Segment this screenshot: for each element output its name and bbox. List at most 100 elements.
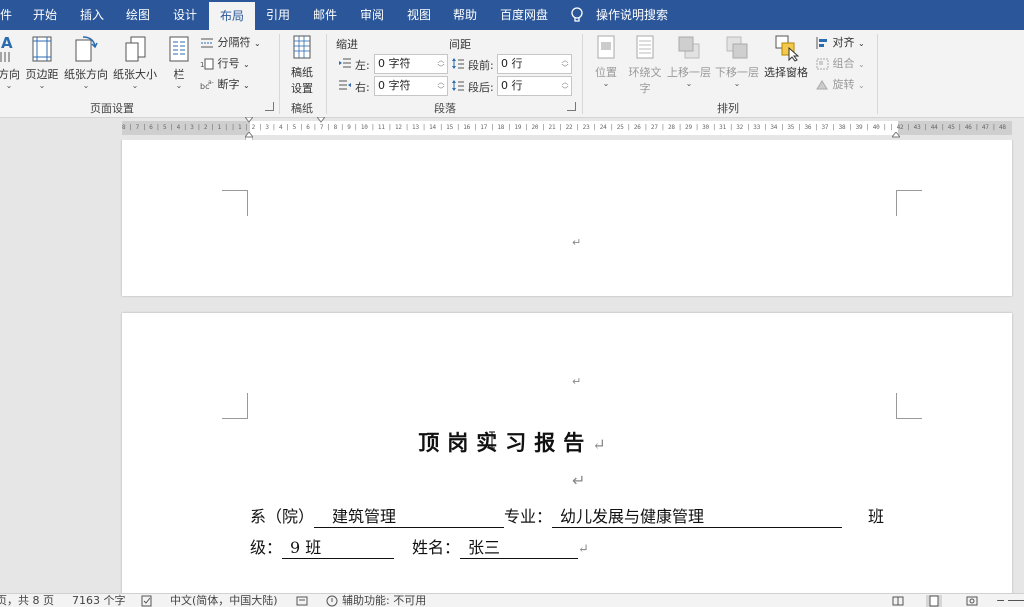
horizontal-ruler-area: 8 | 7 | 6 | 5 | 4 | 3 | 2 | 1 | | 1 | 2 … bbox=[0, 117, 1024, 141]
web-layout-icon[interactable] bbox=[966, 595, 978, 607]
read-mode-icon[interactable] bbox=[892, 595, 904, 607]
print-layout-icon[interactable] bbox=[926, 595, 942, 607]
chevron-down-icon: ⌄ bbox=[858, 39, 865, 48]
hyphenation-button[interactable]: bc a- 断字 ⌄ bbox=[200, 76, 250, 94]
paper-size-icon bbox=[125, 36, 146, 62]
macro-record-icon[interactable] bbox=[296, 595, 308, 607]
group-objects-label: 组合 bbox=[832, 57, 855, 70]
spinner-arrows-icon[interactable]: ︿ ﹀ bbox=[437, 56, 445, 72]
position-label: 位置 bbox=[595, 66, 617, 79]
wrap-text-button[interactable]: 环绕文 字 bbox=[626, 34, 664, 96]
tab-stop-marker[interactable] bbox=[317, 117, 325, 123]
size-button[interactable]: 纸张大小 ⌄ bbox=[111, 34, 159, 90]
breaks-icon bbox=[201, 38, 213, 48]
report-info-line-1[interactable]: 系（院） 建筑管理 专业： 幼儿发展与健康管理 班 bbox=[250, 503, 884, 528]
group-separator bbox=[326, 34, 327, 114]
zoom-out-button[interactable]: − bbox=[996, 594, 1005, 607]
rotate-icon bbox=[816, 80, 828, 90]
position-icon bbox=[597, 35, 615, 59]
margins-button[interactable]: 页边距 ⌄ bbox=[24, 34, 60, 90]
page-setup-dialog-launcher[interactable] bbox=[265, 102, 274, 111]
first-line-indent-marker[interactable] bbox=[245, 117, 253, 123]
report-info-line-2[interactable]: 级： 9 班姓名： 张三 ↵ bbox=[250, 534, 589, 559]
margin-corner-marker bbox=[896, 190, 922, 216]
document-canvas[interactable]: ↵ ↵ 顶岗实习报告↵ ↵ 系（院） 建筑管理 专业： 幼儿发展与健康管理 班 级： 9 … bbox=[0, 140, 1024, 593]
svg-text:a-: a- bbox=[208, 79, 214, 86]
tab-review[interactable]: 审阅 bbox=[360, 0, 384, 30]
hyphenation-icon: bca- bbox=[200, 79, 214, 91]
indent-left-control: 左: 0 字符 ︿ ﹀ bbox=[338, 54, 448, 74]
tab-layout[interactable]: 布局 bbox=[209, 2, 255, 30]
page-count-status[interactable]: 页，共 8 页 bbox=[0, 594, 54, 607]
report-title[interactable]: 顶岗实习报告↵ bbox=[0, 427, 1024, 457]
tab-help[interactable]: 帮助 bbox=[453, 0, 477, 30]
spinner-arrows-icon[interactable]: ︿ ﹀ bbox=[437, 78, 445, 94]
orientation-button[interactable]: 纸张方向 ⌄ bbox=[62, 34, 110, 90]
columns-button[interactable]: 栏 ⌄ bbox=[166, 34, 192, 90]
accessibility-status[interactable]: 辅助功能: 不可用 bbox=[342, 594, 426, 607]
align-icon bbox=[816, 37, 827, 49]
margins-icon bbox=[32, 36, 52, 62]
spinner-arrows-icon[interactable]: ︿ ﹀ bbox=[561, 56, 569, 72]
proofing-icon[interactable] bbox=[141, 595, 153, 607]
indent-right-label: 右: bbox=[355, 81, 370, 94]
hyphenation-label: 断字 bbox=[217, 78, 240, 91]
bring-forward-button[interactable]: 上移一层 ⌄ bbox=[666, 34, 712, 88]
spacing-after-label: 段后: bbox=[468, 81, 494, 94]
class-label-part2: 级： bbox=[250, 538, 283, 557]
tab-file[interactable]: 件 bbox=[0, 0, 12, 30]
selection-pane-button[interactable]: 选择窗格 bbox=[762, 34, 810, 80]
breaks-label: 分隔符 bbox=[217, 36, 251, 49]
send-backward-button[interactable]: 下移一层 ⌄ bbox=[714, 34, 760, 88]
major-value[interactable]: 幼儿发展与健康管理 bbox=[552, 503, 843, 528]
indent-left-icon bbox=[339, 58, 351, 68]
horizontal-ruler[interactable]: 8 | 7 | 6 | 5 | 4 | 3 | 2 | 1 | | 1 | 2 … bbox=[122, 117, 1012, 141]
svg-text:1: 1 bbox=[200, 61, 204, 69]
rotate-button[interactable]: 旋转 ⌄ bbox=[816, 76, 865, 94]
line-numbers-button[interactable]: 1 行号 ⌄ bbox=[200, 55, 250, 73]
manuscript-label-line2: 设置 bbox=[291, 82, 313, 95]
tab-view[interactable]: 视图 bbox=[407, 0, 431, 30]
orientation-label: 纸张方向 bbox=[64, 68, 108, 81]
wrap-text-icon bbox=[636, 35, 654, 59]
ruler-scale: 8 | 7 | 6 | 5 | 4 | 3 | 2 | 1 | | 1 | 2 … bbox=[122, 124, 1006, 131]
spinner-arrows-icon[interactable]: ︿ ﹀ bbox=[561, 78, 569, 94]
class-value[interactable]: 9 班 bbox=[282, 534, 395, 559]
indent-right-input[interactable]: 0 字符 ︿ ﹀ bbox=[374, 76, 448, 96]
tab-references[interactable]: 引用 bbox=[266, 0, 290, 30]
chevron-down-icon: ⌄ bbox=[602, 79, 610, 88]
tab-mailings[interactable]: 邮件 bbox=[313, 0, 337, 30]
tab-insert[interactable]: 插入 bbox=[80, 0, 104, 30]
breaks-button[interactable]: 分隔符 ⌄ bbox=[200, 34, 261, 52]
tab-home[interactable]: 开始 bbox=[33, 0, 57, 30]
department-value[interactable]: 建筑管理 bbox=[314, 503, 505, 528]
chevron-down-icon: ⌄ bbox=[685, 79, 693, 88]
chevron-down-icon: ⌄ bbox=[733, 79, 741, 88]
zoom-slider[interactable] bbox=[1008, 600, 1024, 601]
word-count-status[interactable]: 7163 个字 bbox=[72, 594, 126, 607]
line-numbers-icon: 1 bbox=[200, 58, 214, 70]
class-label-part1: 班 bbox=[868, 507, 885, 526]
right-indent-marker[interactable] bbox=[892, 132, 900, 138]
ribbon-layout: A 方向 ⌄ 页边距 ⌄ 纸张方向 ⌄ 纸张大小 ⌄ 栏 ⌄ 分隔符 ⌄ 1 行… bbox=[0, 30, 1024, 118]
language-status[interactable]: 中文(简体，中国大陆) bbox=[170, 594, 278, 607]
align-button[interactable]: 对齐 ⌄ bbox=[816, 34, 865, 52]
spacing-after-input[interactable]: 0 行 ︿ ﹀ bbox=[497, 76, 572, 96]
spacing-before-input[interactable]: 0 行 ︿ ﹀ bbox=[497, 54, 572, 74]
manuscript-settings-button[interactable]: 稿纸 设置 bbox=[283, 34, 321, 96]
lightbulb-icon bbox=[571, 7, 583, 22]
tab-design[interactable]: 设计 bbox=[173, 0, 197, 30]
spacing-after-control: 段后: 0 行 ︿ ﹀ bbox=[451, 76, 572, 96]
group-separator bbox=[279, 34, 280, 114]
spacing-before-icon bbox=[452, 58, 464, 69]
text-direction-button[interactable]: A 方向 ⌄ bbox=[0, 34, 22, 90]
indent-left-input[interactable]: 0 字符 ︿ ﹀ bbox=[374, 54, 448, 74]
tab-draw[interactable]: 绘图 bbox=[126, 0, 150, 30]
document-page[interactable]: ↵ bbox=[122, 140, 1012, 296]
position-button[interactable]: 位置 ⌄ bbox=[590, 34, 622, 88]
tab-baidu-netdisk[interactable]: 百度网盘 bbox=[500, 0, 548, 30]
name-value[interactable]: 张三 bbox=[460, 534, 579, 559]
paragraph-dialog-launcher[interactable] bbox=[567, 102, 576, 111]
group-separator bbox=[877, 34, 878, 114]
group-objects-button[interactable]: 组合 ⌄ bbox=[816, 55, 865, 73]
